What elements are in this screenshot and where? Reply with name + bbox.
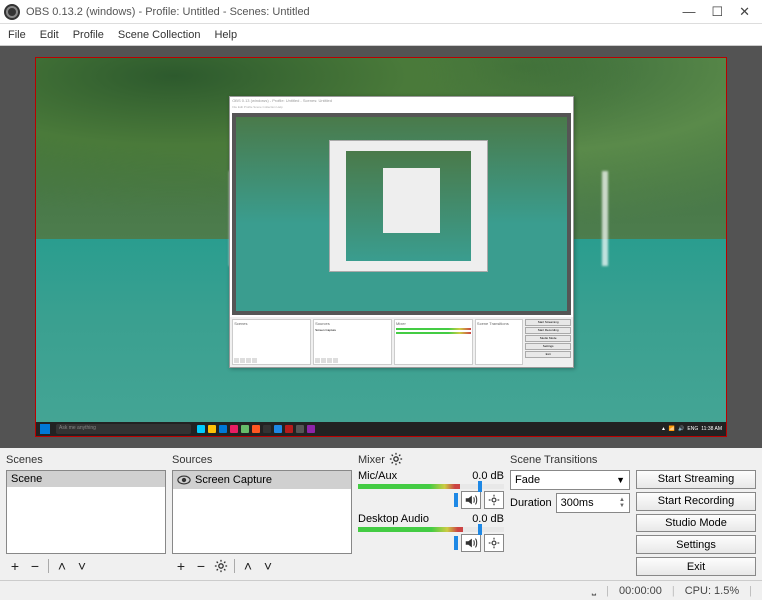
transition-select[interactable]: Fade▼ [510,470,630,490]
recursive-obs-window: OBS 0.13 (windows) - Profile: Untitled -… [229,96,574,368]
menu-help[interactable]: Help [214,29,237,41]
controls-column: Start Streaming Start Recording Studio M… [636,452,756,576]
source-up-button[interactable]: ˄ [239,557,257,575]
scene-add-button[interactable]: + [6,557,24,575]
source-remove-button[interactable]: − [192,557,210,575]
scene-item[interactable]: Scene [7,471,165,487]
duration-input[interactable]: 300ms ▲▼ [556,493,630,513]
mic-meter [358,484,504,489]
start-streaming-button[interactable]: Start Streaming [636,470,756,489]
scenes-list[interactable]: Scene [6,470,166,554]
scenes-header: Scenes [6,452,166,468]
mic-volume-slider[interactable] [454,493,458,507]
exit-button[interactable]: Exit [636,557,756,576]
sources-panel: Sources Screen Capture + − ˄ ˅ [172,452,352,576]
desktop-meter [358,527,504,532]
transitions-header: Scene Transitions [510,452,630,468]
mixer-channel-mic: Mic/Aux0.0 dB [358,470,504,509]
window-title: OBS 0.13.2 (windows) - Profile: Untitled… [26,6,682,18]
preview-area: OBS 0.13 (windows) - Profile: Untitled -… [0,46,762,448]
mic-mute-button[interactable] [461,491,481,509]
start-recording-button[interactable]: Start Recording [636,492,756,511]
desktop-volume-slider[interactable] [454,536,458,550]
source-properties-button[interactable] [212,557,230,575]
settings-button[interactable]: Settings [636,535,756,554]
studio-mode-button[interactable]: Studio Mode [636,514,756,533]
captured-taskbar: Ask me anything ▲📶🔊ENG11:38 AM [36,422,726,436]
menu-profile[interactable]: Profile [73,29,104,41]
sources-list[interactable]: Screen Capture [172,470,352,554]
menu-file[interactable]: File [8,29,26,41]
chevron-down-icon: ▼ [616,475,625,485]
scene-up-button[interactable]: ˄ [53,557,71,575]
mic-settings-button[interactable] [484,491,504,509]
duration-spinner[interactable]: ▲▼ [619,497,625,509]
sources-header: Sources [172,452,352,468]
status-cpu: CPU: 1.5% [685,585,739,597]
close-button[interactable]: ✕ [739,4,750,20]
preview-frame[interactable]: OBS 0.13 (windows) - Profile: Untitled -… [36,58,726,436]
status-gap-icon: ⎵ [592,584,596,597]
source-item[interactable]: Screen Capture [173,471,351,489]
status-bar: ⎵ | 00:00:00 | CPU: 1.5% | [0,580,762,600]
status-time: 00:00:00 [619,585,662,597]
scenes-panel: Scenes Scene + − ˄ ˅ [6,452,166,576]
mixer-channel-desktop: Desktop Audio0.0 dB [358,513,504,552]
transitions-panel: Scene Transitions Fade▼ Duration 300ms ▲… [510,452,630,576]
visibility-icon[interactable] [177,473,191,487]
menu-scene-collection[interactable]: Scene Collection [118,29,201,41]
minimize-button[interactable]: — [682,4,695,20]
menu-bar: File Edit Profile Scene Collection Help [0,24,762,46]
window-titlebar: OBS 0.13.2 (windows) - Profile: Untitled… [0,0,762,24]
maximize-button[interactable]: ☐ [711,4,723,20]
source-down-button[interactable]: ˅ [259,557,277,575]
obs-app-icon [4,4,20,20]
desktop-settings-button[interactable] [484,534,504,552]
menu-edit[interactable]: Edit [40,29,59,41]
scene-remove-button[interactable]: − [26,557,44,575]
mixer-panel: Mixer Mic/Aux0.0 dB Desktop Audio0.0 dB [358,452,504,576]
duration-label: Duration [510,497,552,509]
scene-down-button[interactable]: ˅ [73,557,91,575]
mixer-header: Mixer [358,454,385,466]
desktop-mute-button[interactable] [461,534,481,552]
source-add-button[interactable]: + [172,557,190,575]
mixer-settings-icon[interactable] [389,452,403,469]
